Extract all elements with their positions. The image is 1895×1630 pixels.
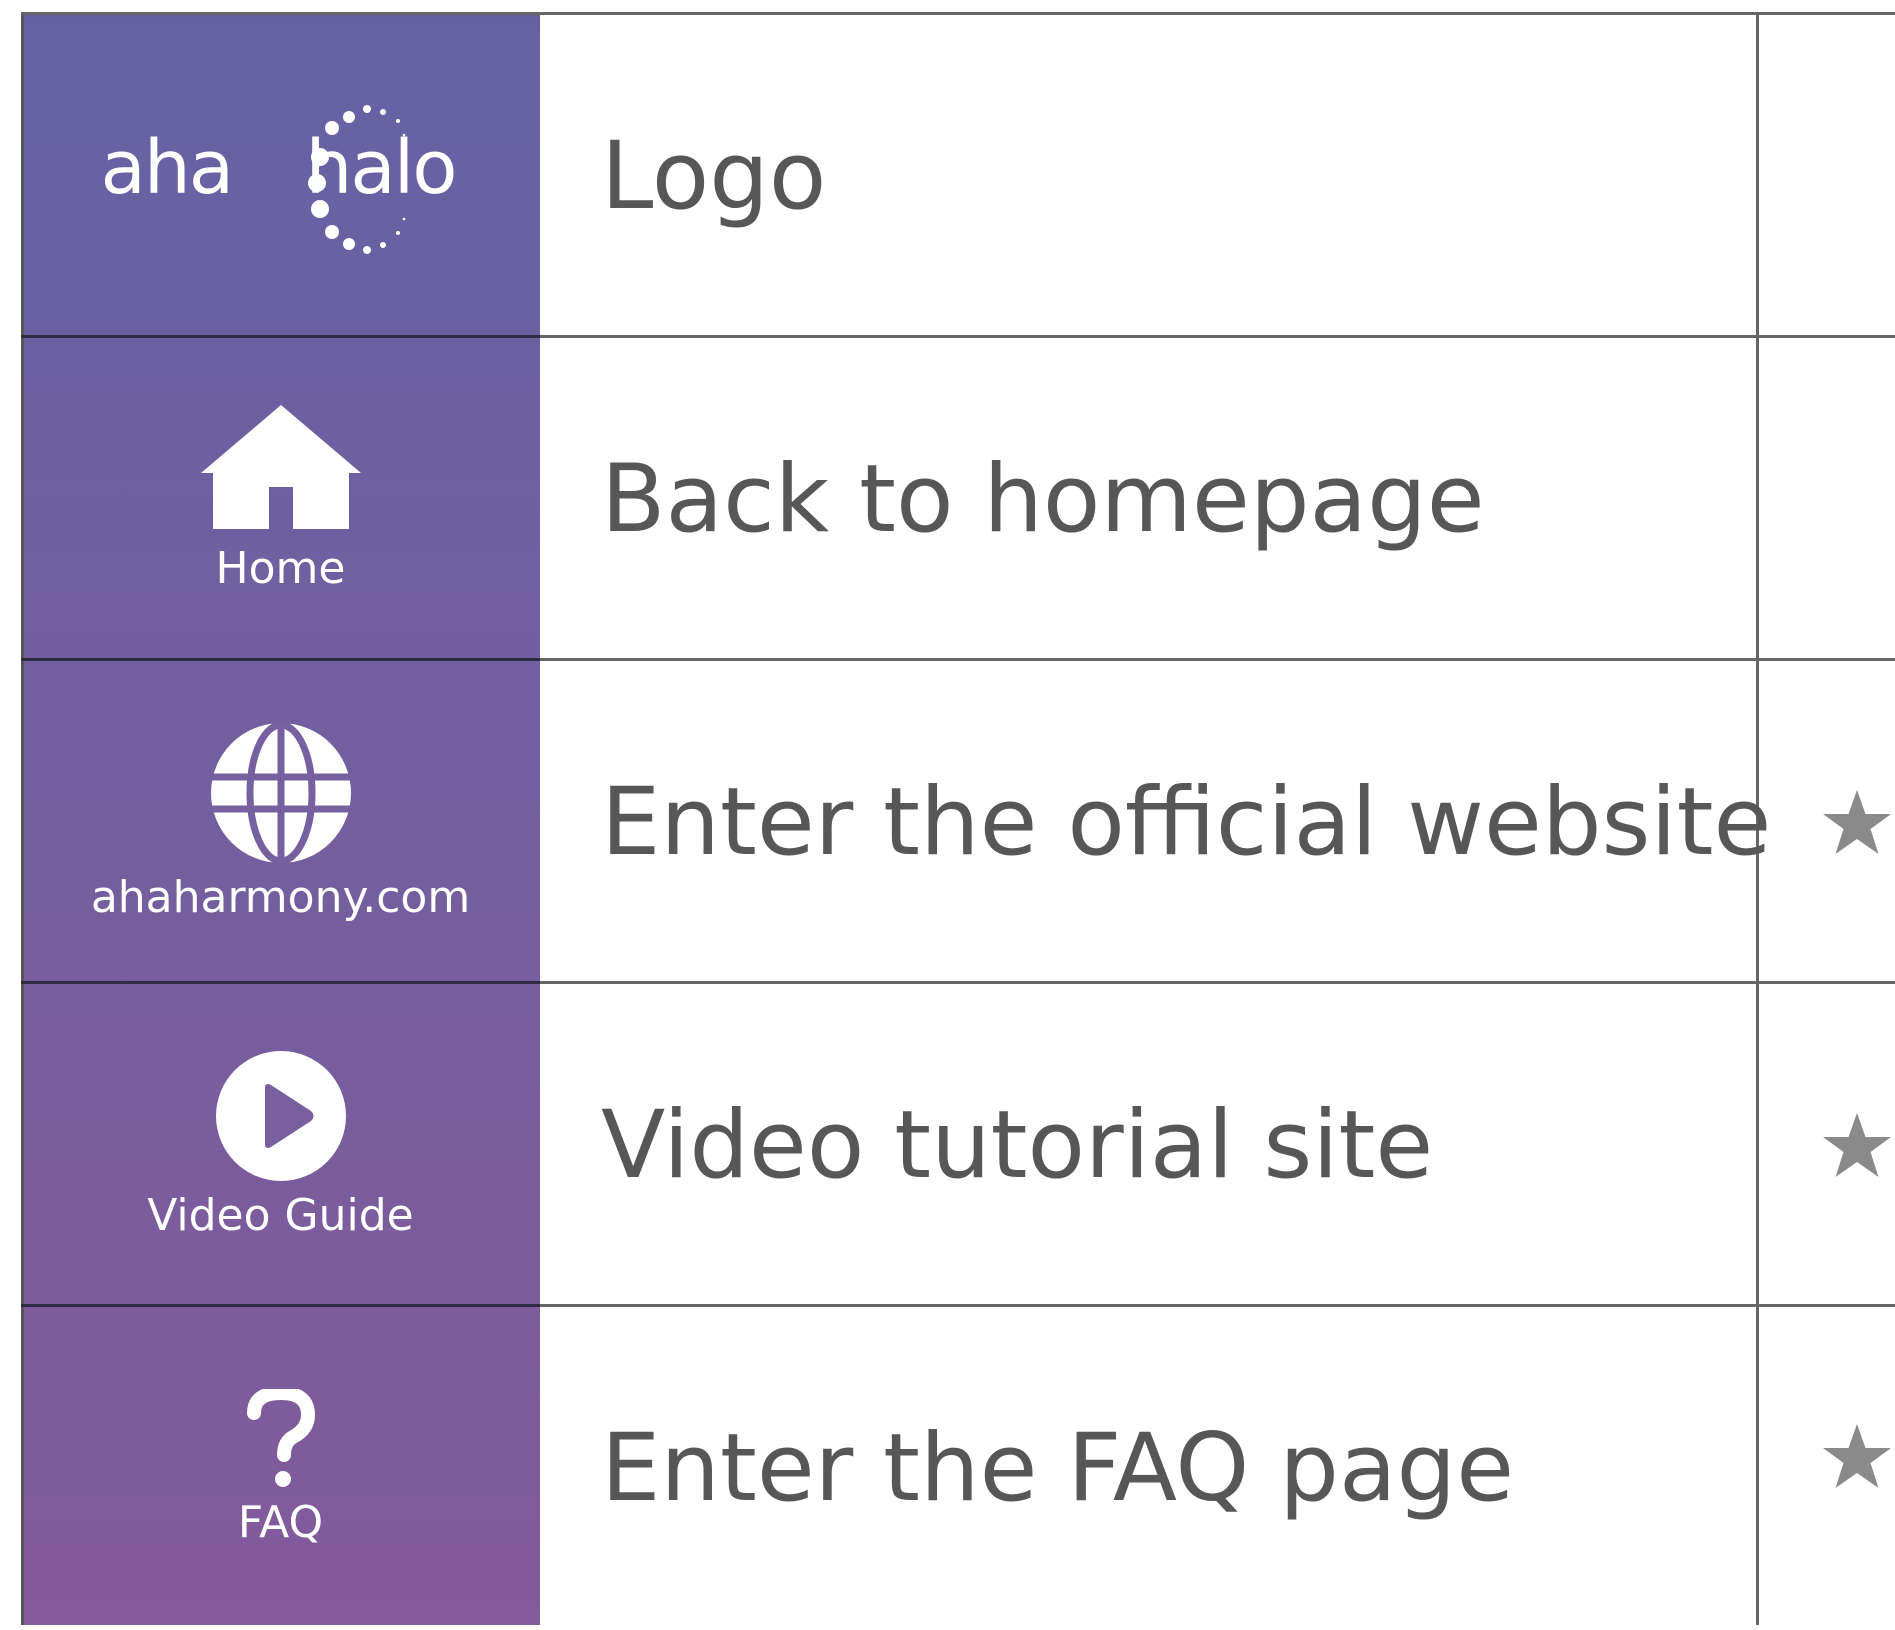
faq-caption: FAQ [237,1497,324,1548]
website-caption: ahaharmony.com [90,872,471,923]
star-icon [1821,661,1893,984]
website-cell[interactable]: ahaharmony.com [21,661,540,984]
row-label: Back to homepage [601,445,1485,554]
halo-dots-icon [307,104,405,254]
table-row-logo: aha halo Logo [21,15,1895,338]
star-icon [1821,1307,1893,1630]
table-row-website: ahaharmony.com Enter the official websit… [21,661,1895,984]
row-label: Enter the FAQ page [601,1414,1515,1523]
row-label: Logo [601,122,827,231]
question-icon [246,1389,315,1487]
row-label: Enter the official website [601,768,1772,877]
row-label: Video tutorial site [601,1091,1434,1200]
table-row-video: Video Guide Video tutorial site [21,984,1895,1307]
home-caption: Home [215,543,346,594]
aha-halo-logo: aha halo [101,87,461,267]
play-icon [215,1051,346,1181]
video-cell[interactable]: Video Guide [21,984,540,1307]
table-row-home: Home Back to homepage [21,338,1895,661]
feature-table: aha halo Logo Home Back to homepage ahah… [21,12,1895,1625]
table-row-faq: FAQ Enter the FAQ page [21,1307,1895,1630]
video-caption: Video Guide [147,1190,414,1241]
logo-cell: aha halo [21,15,540,338]
star-icon [1821,984,1893,1307]
home-cell[interactable]: Home [21,338,540,661]
faq-cell[interactable]: FAQ [21,1307,540,1630]
globe-icon [210,722,351,864]
home-icon [200,405,361,529]
